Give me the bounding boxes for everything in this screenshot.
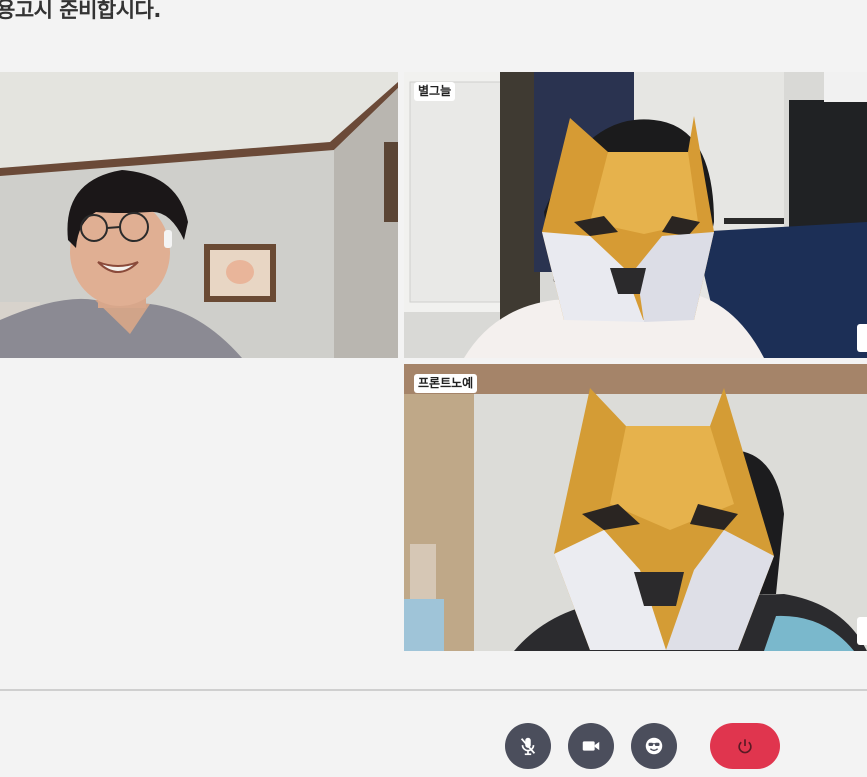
face-filter-button[interactable]	[631, 723, 677, 769]
video-camera-icon	[582, 741, 600, 751]
power-icon	[738, 739, 752, 754]
mic-off-icon	[520, 737, 536, 756]
video-tile-self[interactable]	[0, 72, 398, 358]
mute-microphone-button[interactable]	[505, 723, 551, 769]
camera-toggle-button[interactable]	[568, 723, 614, 769]
tile-corner-indicator	[857, 324, 867, 352]
tile-corner-indicator	[857, 617, 867, 645]
participant-name-label: 프론트노예	[414, 374, 478, 393]
sunglasses-face-icon	[645, 737, 663, 755]
call-controls-bar	[0, 691, 867, 777]
video-tile-participant[interactable]: 프론트노예	[404, 364, 867, 651]
leave-call-button[interactable]	[710, 723, 780, 769]
video-tile-participant[interactable]: 별그늘	[404, 72, 867, 358]
room-title: 용고시 준비합시다.	[0, 0, 161, 22]
participant-video	[404, 364, 867, 651]
participant-video	[0, 72, 398, 358]
participant-name-label: 별그늘	[414, 82, 456, 101]
participant-video	[404, 72, 867, 358]
